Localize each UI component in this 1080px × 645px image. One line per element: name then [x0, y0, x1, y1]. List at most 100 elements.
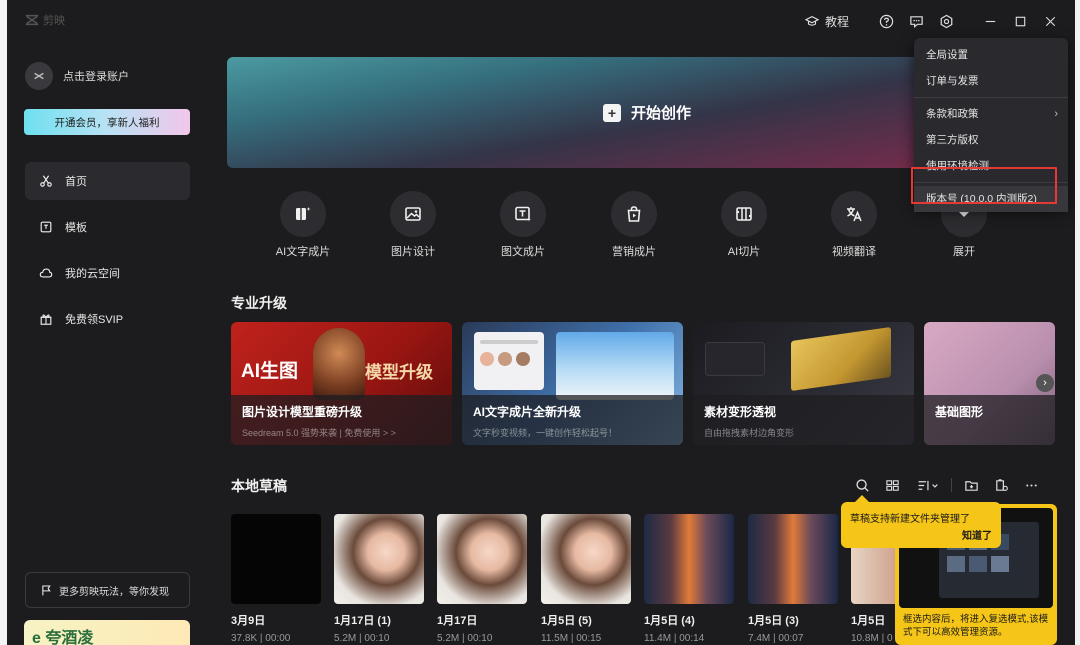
card-subtitle: Seedream 5.0 强势来袭 | 免费使用 > > — [242, 428, 396, 438]
draft-thumbnail[interactable] — [334, 514, 424, 604]
settings-button[interactable] — [931, 10, 961, 32]
discover-button[interactable]: 更多剪映玩法，等你发现 — [25, 572, 190, 608]
menu-item-orders-invoices[interactable]: 订单与发票 — [914, 68, 1068, 94]
draft-meta: 5.2M | 00:10 — [437, 633, 493, 644]
message-icon — [909, 15, 923, 28]
cleanup-button[interactable] — [986, 475, 1016, 495]
feature-card-ai-text-video[interactable]: AI文字成片全新升级 文字秒变视频，一键创作轻松起号！ — [462, 322, 683, 445]
card-art-text-right: 模型升级 — [365, 363, 433, 382]
search-icon — [855, 478, 869, 492]
draft-meta: 5.2M | 00:10 — [334, 633, 390, 644]
promo-banner[interactable]: e 夸酒凌 — [24, 620, 190, 645]
feature-card-perspective[interactable]: 素材变形透视 自由拖拽素材边角变形 — [693, 322, 914, 445]
maximize-button[interactable] — [1005, 10, 1035, 32]
feedback-button[interactable] — [901, 10, 931, 32]
grid-view-button[interactable] — [877, 475, 907, 495]
plus-icon: + — [602, 103, 621, 122]
tool-text-image-video[interactable]: 图文成片 — [478, 191, 568, 259]
tutorial-button[interactable]: 教程 — [804, 13, 849, 30]
close-button[interactable] — [1035, 10, 1065, 32]
version-highlight-box — [911, 167, 1057, 204]
minimize-button[interactable] — [975, 10, 1005, 32]
chevron-right-icon: › — [1043, 377, 1047, 389]
draft-meta: 7.4M | 00:07 — [748, 633, 804, 644]
draft-item[interactable]: 1月17日 (1) 5.2M | 00:10 — [334, 514, 424, 644]
chevron-right-icon: › — [1054, 108, 1058, 120]
promo-text: e 夸酒凌 — [32, 630, 94, 645]
menu-item-label: 第三方版权 — [926, 134, 979, 146]
card-caption: 素材变形透视 自由拖拽素材边角变形 — [693, 395, 914, 445]
draft-name: 1月5日 (3) — [748, 615, 799, 627]
draft-name: 1月5日 (5) — [541, 615, 592, 627]
gear-icon — [940, 14, 952, 28]
draft-thumbnail[interactable] — [748, 514, 838, 604]
draft-thumbnail[interactable] — [231, 514, 321, 604]
login-area[interactable]: 点击登录账户 — [25, 62, 129, 90]
menu-item-label: 订单与发票 — [926, 75, 979, 87]
tool-ai-text-video[interactable]: AI文字成片 — [258, 191, 348, 259]
app-window: 剪映 教程 点击登录账户 开通会员，享新人福利 首页 模板 我的云空间 免费领S… — [7, 0, 1075, 645]
avatar[interactable] — [25, 62, 53, 90]
ai-text-video-icon — [280, 191, 326, 237]
card-title: 图片设计模型重磅升级 — [242, 405, 363, 419]
tool-ai-slice[interactable]: AI切片 — [699, 191, 789, 259]
draft-item[interactable]: 1月5日 (5) 11.5M | 00:15 — [541, 514, 631, 644]
vip-button[interactable]: 开通会员，享新人福利 — [24, 109, 190, 135]
draft-item[interactable]: 1月5日 (3) 7.4M | 00:07 — [748, 514, 838, 644]
draft-meta: 37.8K | 00:00 — [231, 633, 291, 644]
card-title: AI文字成片全新升级 — [473, 405, 582, 419]
new-folder-tooltip: 草稿支持新建文件夹管理了 知道了 — [841, 502, 1001, 548]
tool-label: 营销成片 — [612, 246, 656, 258]
new-folder-button[interactable] — [956, 475, 986, 495]
draft-item[interactable]: 1月17日 5.2M | 00:10 — [437, 514, 527, 644]
flag-icon — [42, 585, 51, 595]
search-drafts-button[interactable] — [847, 475, 877, 495]
feature-card-image-design[interactable]: AI生图 模型升级 图片设计模型重磅升级 Seedream 5.0 强势来袭 |… — [231, 322, 452, 445]
tool-marketing-video[interactable]: 营销成片 — [589, 191, 679, 259]
card-subtitle: 文字秒变视频，一键创作轻松起号！ — [473, 428, 618, 438]
sidebar-item-label: 模板 — [65, 222, 87, 234]
menu-item-global-settings[interactable]: 全局设置 — [914, 42, 1068, 68]
anime-girl-illustration — [556, 332, 674, 400]
tool-image-design[interactable]: 图片设计 — [368, 191, 458, 259]
tool-label: 图片设计 — [391, 246, 435, 258]
scissors-icon — [40, 175, 52, 187]
more-options-button[interactable] — [1016, 475, 1046, 495]
draft-item[interactable]: 1月5日 (4) 11.4M | 00:14 — [644, 514, 734, 644]
draft-item[interactable]: 3月9日 37.8K | 00:00 — [231, 514, 321, 644]
draft-name: 3月9日 — [231, 615, 266, 627]
draft-name: 1月17日 — [437, 615, 478, 627]
card-subtitle: 自由拖拽素材边角变形 — [704, 428, 795, 438]
sunflower-illustration — [791, 326, 891, 392]
tool-video-translate[interactable]: 视频翻译 — [809, 191, 899, 259]
delete-manage-icon — [995, 478, 1008, 491]
sidebar-item-templates[interactable]: 模板 — [25, 208, 190, 246]
sidebar-item-home[interactable]: 首页 — [25, 162, 190, 200]
draft-thumbnail[interactable] — [644, 514, 734, 604]
upgrade-section-title: 专业升级 — [231, 295, 287, 311]
tooltip-ok-button[interactable]: 知道了 — [962, 527, 992, 542]
carousel-next-button[interactable]: › — [1036, 374, 1054, 392]
sort-button[interactable] — [907, 475, 947, 495]
capcut-avatar-icon — [34, 72, 44, 80]
login-label[interactable]: 点击登录账户 — [63, 68, 129, 84]
tool-label: AI切片 — [727, 246, 761, 258]
menu-item-terms-policies[interactable]: 条款和政策 › — [914, 101, 1068, 127]
sidebar-item-cloud[interactable]: 我的云空间 — [25, 254, 190, 292]
maximize-icon — [1015, 16, 1025, 26]
help-button[interactable] — [871, 10, 901, 32]
draft-thumbnail[interactable] — [437, 514, 527, 604]
draft-thumbnail[interactable] — [541, 514, 631, 604]
app-logo: 剪映 — [25, 12, 65, 28]
tool-label: 展开 — [953, 246, 975, 258]
tool-label: 视频翻译 — [832, 246, 876, 258]
tool-label: 图文成片 — [501, 246, 545, 258]
draft-name: 1月5日 (4) — [644, 615, 695, 627]
card-title: 素材变形透视 — [704, 405, 777, 419]
menu-divider — [914, 97, 1068, 98]
sidebar-item-svip[interactable]: 免费领SVIP — [25, 300, 190, 338]
template-icon — [40, 221, 52, 233]
menu-item-third-party-copyright[interactable]: 第三方版权 — [914, 127, 1068, 153]
cloud-icon — [39, 268, 53, 278]
minimize-icon — [985, 20, 995, 22]
